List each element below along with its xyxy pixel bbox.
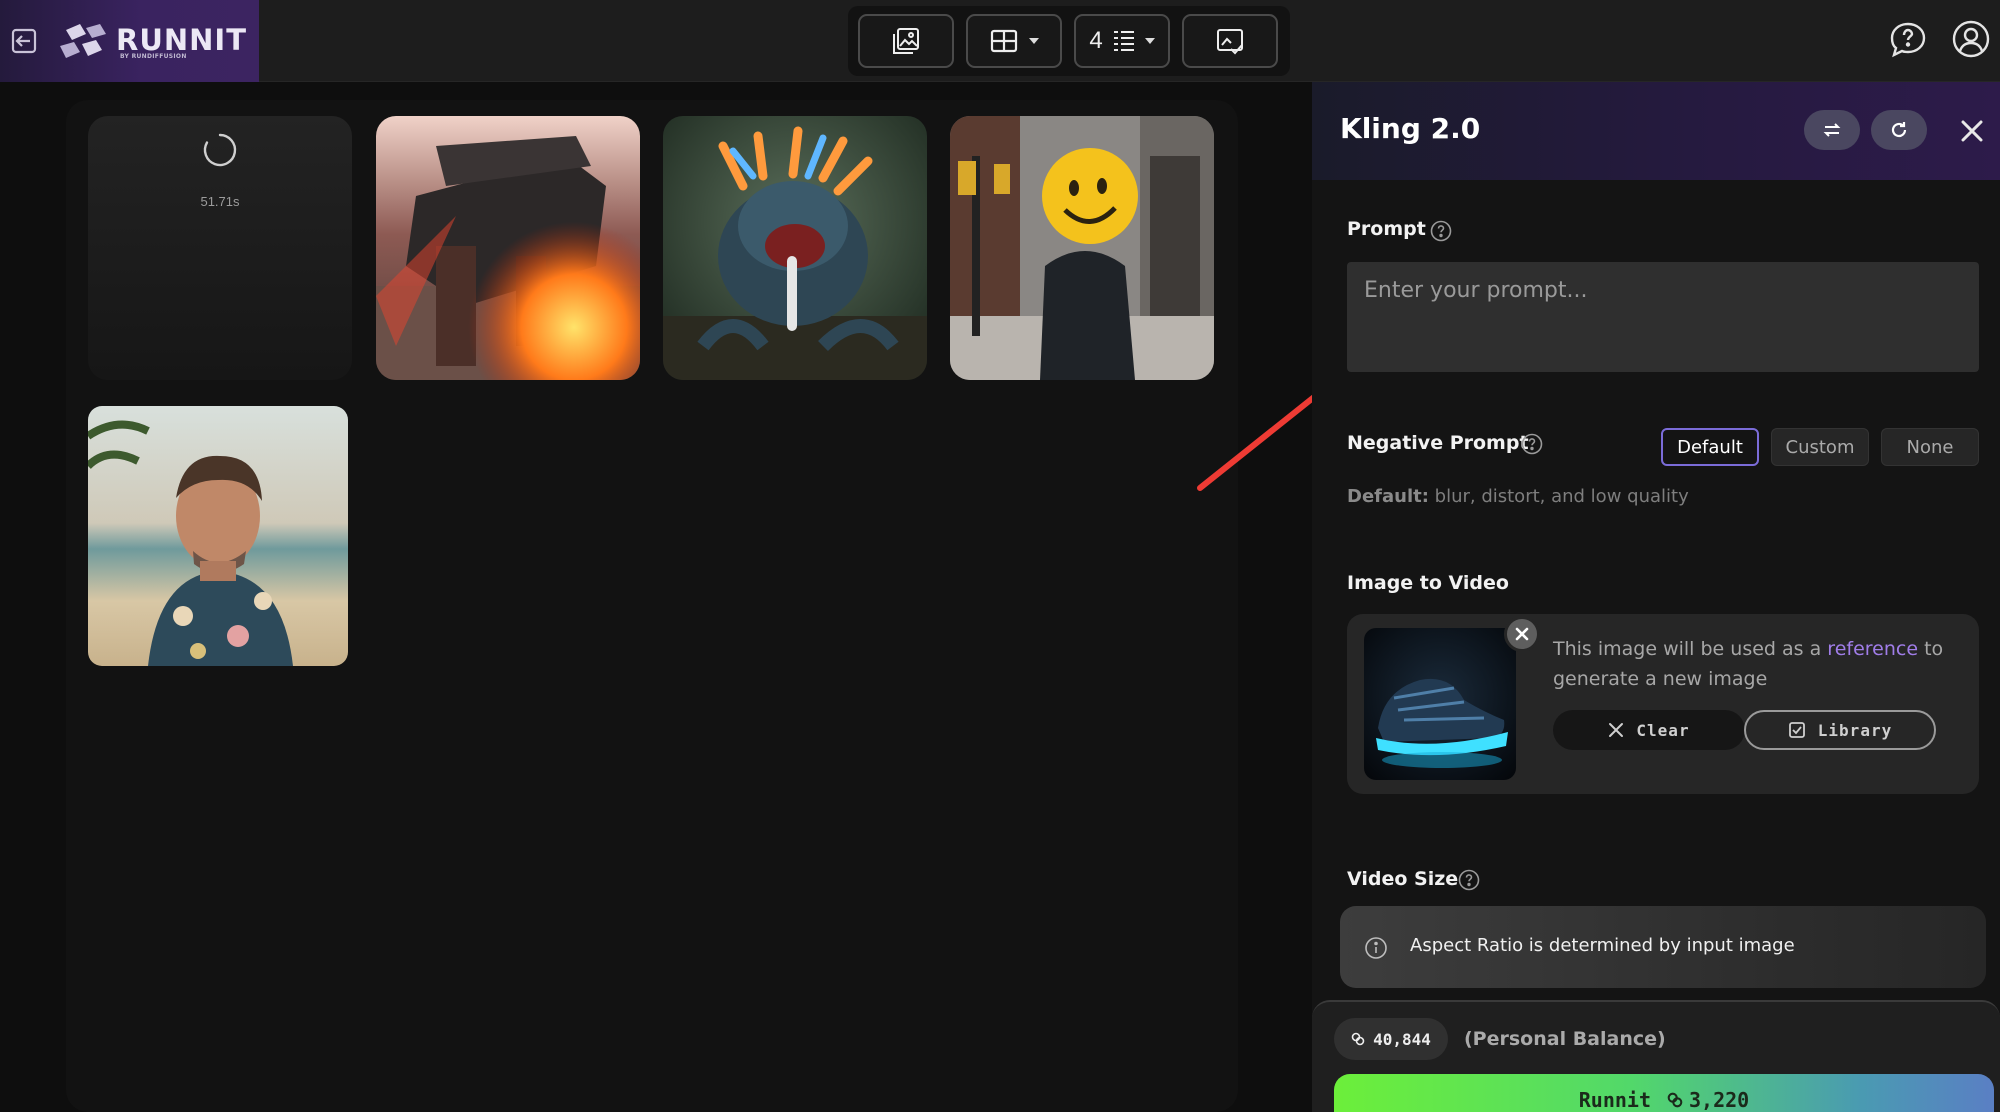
view-toolbar: 4 (848, 6, 1290, 76)
credits-icon (1351, 1032, 1365, 1046)
settings-panel: Kling 2.0 Prompt Negative Prompt Default… (1312, 82, 2000, 1112)
help-circle-icon[interactable] (1430, 220, 1452, 242)
help-circle-icon[interactable] (1521, 433, 1543, 455)
list-icon (1113, 31, 1134, 51)
video-size-label: Video Size (1347, 868, 1459, 890)
negative-default-note: Default: blur, distort, and low quality (1347, 486, 1689, 507)
balance-chip: 40,844 (1334, 1018, 1448, 1060)
swap-model-button[interactable] (1804, 110, 1860, 150)
columns-count-button[interactable]: 4 (1074, 14, 1170, 68)
credits-icon (1667, 1092, 1683, 1108)
run-cost: 3,220 (1667, 1088, 1749, 1112)
swap-arrows-icon (1823, 123, 1841, 137)
model-title: Kling 2.0 (1340, 112, 1481, 145)
clear-label: Clear (1636, 720, 1690, 740)
brand-name: RUNNIT (116, 23, 247, 57)
user-account-icon[interactable] (1951, 19, 1991, 59)
close-icon (1609, 723, 1624, 737)
columns-count: 4 (1089, 27, 1103, 54)
aspect-ratio-text: Aspect Ratio is determined by input imag… (1410, 935, 1795, 956)
run-cost-value: 3,220 (1689, 1088, 1750, 1112)
loading-timer: 51.71s (200, 194, 240, 209)
library-button[interactable]: Library (1744, 710, 1936, 750)
run-footer: 40,844 (Personal Balance) Runnit 3,220 (1312, 1000, 2000, 1112)
runnit-logo-icon (60, 24, 106, 58)
gallery-image-mech[interactable] (376, 116, 640, 380)
balance-label: (Personal Balance) (1464, 1028, 1666, 1050)
gallery-image-monster[interactable] (663, 116, 927, 380)
runnit-button[interactable]: Runnit 3,220 (1334, 1074, 1994, 1112)
negative-option-none[interactable]: None (1881, 428, 1979, 466)
refresh-button[interactable] (1871, 110, 1927, 150)
info-icon (1365, 937, 1387, 959)
image-to-video-label: Image to Video (1347, 572, 1509, 594)
run-label: Runnit (1578, 1088, 1652, 1112)
gallery-view-button[interactable] (858, 14, 954, 68)
gallery-image-smiley[interactable] (950, 116, 1214, 380)
close-icon (1515, 627, 1529, 641)
image-gallery-icon (893, 28, 919, 54)
brand-subtitle: BY RUNDIFFUSION (120, 53, 187, 60)
refresh-icon (1891, 122, 1907, 138)
prompt-label: Prompt (1347, 218, 1426, 240)
negative-option-custom[interactable]: Custom (1771, 428, 1869, 466)
reference-image-thumbnail[interactable] (1364, 628, 1516, 780)
top-bar: RUNNIT BY RUNDIFFUSION 4 (0, 0, 2000, 82)
gallery-image-beach-man[interactable] (88, 406, 348, 666)
help-circle-icon[interactable] (1458, 869, 1480, 891)
select-images-button[interactable] (1182, 14, 1278, 68)
image-check-icon (1217, 29, 1243, 55)
image-to-video-description: This image will be used as a reference t… (1553, 634, 1963, 694)
desc-before: This image will be used as a (1553, 638, 1828, 660)
help-icon[interactable] (1888, 20, 1928, 60)
clear-image-button[interactable]: Clear (1553, 710, 1745, 750)
loading-spinner-icon (203, 133, 237, 167)
negative-option-default[interactable]: Default (1661, 428, 1759, 466)
image-gallery: 51.71s (66, 100, 1238, 1112)
remove-image-button[interactable] (1504, 616, 1540, 652)
brand-area: RUNNIT BY RUNDIFFUSION (0, 0, 259, 82)
chevron-down-icon (1029, 38, 1039, 44)
note-prefix: Default: (1347, 486, 1429, 507)
reference-link[interactable]: reference (1827, 638, 1918, 660)
exit-icon[interactable] (10, 27, 38, 55)
image-to-video-card: This image will be used as a reference t… (1347, 614, 1979, 794)
negative-prompt-label: Negative Prompt (1347, 432, 1529, 454)
grid-layout-button[interactable] (966, 14, 1062, 68)
balance-value: 40,844 (1373, 1029, 1431, 1049)
checkbox-icon (1788, 722, 1805, 738)
loading-card: 51.71s (88, 116, 352, 380)
aspect-ratio-notice: Aspect Ratio is determined by input imag… (1340, 906, 1986, 988)
close-icon[interactable] (1957, 116, 1987, 146)
chevron-down-icon (1144, 38, 1155, 44)
panel-header: Kling 2.0 (1312, 82, 2000, 180)
library-label: Library (1817, 720, 1893, 740)
note-text: blur, distort, and low quality (1428, 486, 1689, 507)
grid-icon (990, 29, 1018, 53)
prompt-input[interactable] (1347, 262, 1979, 372)
